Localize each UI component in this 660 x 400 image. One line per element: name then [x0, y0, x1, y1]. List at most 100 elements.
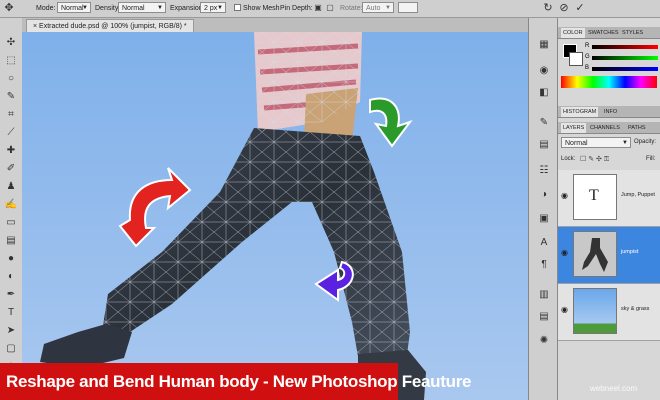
tab-styles[interactable]: STYLES [620, 28, 645, 38]
histogram-panel-tabs: HISTOGRAM INFO [558, 106, 660, 118]
document-tab-bar: × Extracted dude.psd @ 100% (jumpist, RG… [22, 18, 528, 33]
lock-label: Lock: [561, 156, 576, 162]
show-mesh-checkbox[interactable] [234, 4, 241, 11]
pin-depth-label: Pin Depth: [280, 5, 313, 12]
mode-select[interactable]: Normal ▼ [57, 2, 91, 13]
history-icon[interactable]: ▦ [536, 38, 552, 52]
layer-name: Jump, Puppet [621, 192, 655, 198]
styles-icon[interactable]: ▣ [536, 212, 552, 226]
eye-icon[interactable]: ◉ [561, 249, 569, 257]
layer-row[interactable]: ◉ sky & grass [558, 284, 660, 341]
layer-name: jumpist [621, 249, 639, 255]
document-tab[interactable]: × Extracted dude.psd @ 100% (jumpist, RG… [26, 19, 194, 33]
canvas-artwork [22, 32, 528, 400]
eraser-tool-icon[interactable]: ▭ [3, 216, 19, 230]
layer-comps-icon[interactable]: ▤ [536, 310, 552, 324]
clone-source-icon[interactable]: ▤ [536, 138, 552, 152]
rotate-select[interactable]: Auto ▼ [362, 2, 394, 13]
actions-icon[interactable]: ◉ [536, 64, 552, 78]
blend-mode-select[interactable]: Normal ▼ [561, 137, 631, 148]
clone-stamp-tool-icon[interactable]: ♟ [3, 180, 19, 194]
chevron-down-icon: ▼ [622, 140, 628, 146]
panel-icon-strip: ▦ ◉ ◧ ✎ ▤ ☷ ◑ ▣ A ¶ ▥ ▤ ✺ [528, 18, 558, 400]
healing-brush-tool-icon[interactable]: ✚ [3, 144, 19, 158]
color-panel-tabs: COLOR SWATCHES STYLES [558, 27, 660, 39]
layers-panel-tabs: LAYERS CHANNELS PATHS [558, 122, 660, 134]
chevron-down-icon: ▼ [385, 5, 391, 11]
panels-dock: COLOR SWATCHES STYLES R G B HISTOGRAM IN… [558, 18, 660, 400]
show-mesh-label: Show Mesh [243, 5, 280, 12]
layer-row[interactable]: ◉ T Jump, Puppet [558, 170, 660, 227]
options-bar: ✥ Mode: Normal ▼ Density: Normal ▼ Expansi… [0, 0, 660, 18]
tool-presets-icon[interactable]: ☷ [536, 164, 552, 178]
brush-presets-icon[interactable]: ✎ [536, 116, 552, 130]
layer-thumbnail [573, 288, 617, 334]
layer-row[interactable]: ◉ jumpist [558, 227, 660, 284]
chevron-down-icon: ▼ [217, 5, 223, 11]
tab-swatches[interactable]: SWATCHES [586, 28, 621, 38]
blue-slider[interactable] [592, 67, 658, 71]
layer-thumbnail: T [573, 174, 617, 220]
marquee-tool-icon[interactable]: ⬚ [3, 54, 19, 68]
tab-color[interactable]: COLOR [561, 28, 585, 38]
rotate-angle-field[interactable] [398, 2, 418, 13]
brush-tool-icon[interactable]: ✐ [3, 162, 19, 176]
green-slider[interactable] [592, 56, 658, 60]
eye-icon[interactable]: ◉ [561, 306, 569, 314]
pin-backward-icon[interactable]: ▢ [323, 1, 337, 15]
eyedropper-tool-icon[interactable]: ⟋ [3, 126, 19, 140]
lasso-tool-icon[interactable]: ○ [3, 72, 19, 86]
remove-pins-icon[interactable]: ↻ [541, 1, 555, 15]
chevron-down-icon: ▼ [157, 5, 163, 11]
lock-icons[interactable]: ☐ ✎ ✣ ⚿ [580, 155, 609, 164]
puppet-warp-pin-icon[interactable]: ✥ [2, 1, 16, 15]
background-color-swatch[interactable] [569, 52, 583, 66]
document-canvas[interactable] [22, 32, 528, 400]
channel-g-label: G [585, 54, 590, 60]
gradient-tool-icon[interactable]: ▤ [3, 234, 19, 248]
rotate-label: Rotate: [340, 5, 363, 12]
tab-histogram[interactable]: HISTOGRAM [561, 107, 599, 117]
commit-check-icon[interactable]: ✓ [573, 1, 587, 15]
shape-tool-icon[interactable]: ▢ [3, 342, 19, 356]
density-label: Density: [95, 5, 121, 12]
tab-layers[interactable]: LAYERS [561, 123, 587, 133]
blur-tool-icon[interactable]: ● [3, 252, 19, 266]
move-tool-icon[interactable]: ✣ [3, 36, 19, 50]
fill-label: Fill: [646, 156, 656, 162]
character-icon[interactable]: A [536, 236, 552, 250]
chevron-down-icon: ▼ [82, 5, 88, 11]
expansion-field[interactable]: 2 px ▼ [200, 2, 226, 13]
red-slider[interactable] [592, 45, 658, 49]
dodge-tool-icon[interactable]: ◐ [3, 270, 19, 284]
watermark: webneel.com [590, 384, 638, 393]
channel-r-label: R [585, 43, 590, 49]
density-select[interactable]: Normal ▼ [118, 2, 166, 13]
photoshop-window: ✥ Mode: Normal ▼ Density: Normal ▼ Expansi… [0, 0, 660, 400]
quick-select-tool-icon[interactable]: ✎ [3, 90, 19, 104]
jumpist-thumb-figure [582, 238, 608, 272]
notes-icon[interactable]: ▥ [536, 288, 552, 302]
caption-banner: Reshape and Bend Human body - New Photos… [0, 363, 471, 400]
tab-info[interactable]: INFO [602, 107, 619, 117]
layer-thumbnail [573, 231, 617, 277]
tab-paths[interactable]: PATHS [626, 123, 648, 133]
tools-panel: ✣ ⬚ ○ ✎ ⌗ ⟋ ✚ ✐ ♟ ✍ ▭ ▤ ● ◐ ✒ T ➤ ▢ ✦ ✋ [0, 18, 23, 400]
3d-panel-icon[interactable]: ✺ [536, 334, 552, 348]
mode-label: Mode: [36, 5, 56, 12]
type-tool-icon[interactable]: T [3, 306, 19, 320]
color-ramp[interactable] [561, 76, 657, 88]
masks-icon[interactable]: ◑ [536, 188, 552, 202]
tab-channels[interactable]: CHANNELS [588, 123, 622, 133]
eye-icon[interactable]: ◉ [561, 192, 569, 200]
crop-tool-icon[interactable]: ⌗ [3, 108, 19, 122]
pen-tool-icon[interactable]: ✒ [3, 288, 19, 302]
history-brush-tool-icon[interactable]: ✍ [3, 198, 19, 212]
paragraph-icon[interactable]: ¶ [536, 258, 552, 272]
cancel-icon[interactable]: ⊘ [557, 1, 571, 15]
layer-name: sky & grass [621, 306, 650, 312]
channel-b-label: B [585, 65, 590, 71]
path-selection-tool-icon[interactable]: ➤ [3, 324, 19, 338]
opacity-label: Opacity: [634, 139, 657, 145]
adjustments-icon[interactable]: ◧ [536, 86, 552, 100]
